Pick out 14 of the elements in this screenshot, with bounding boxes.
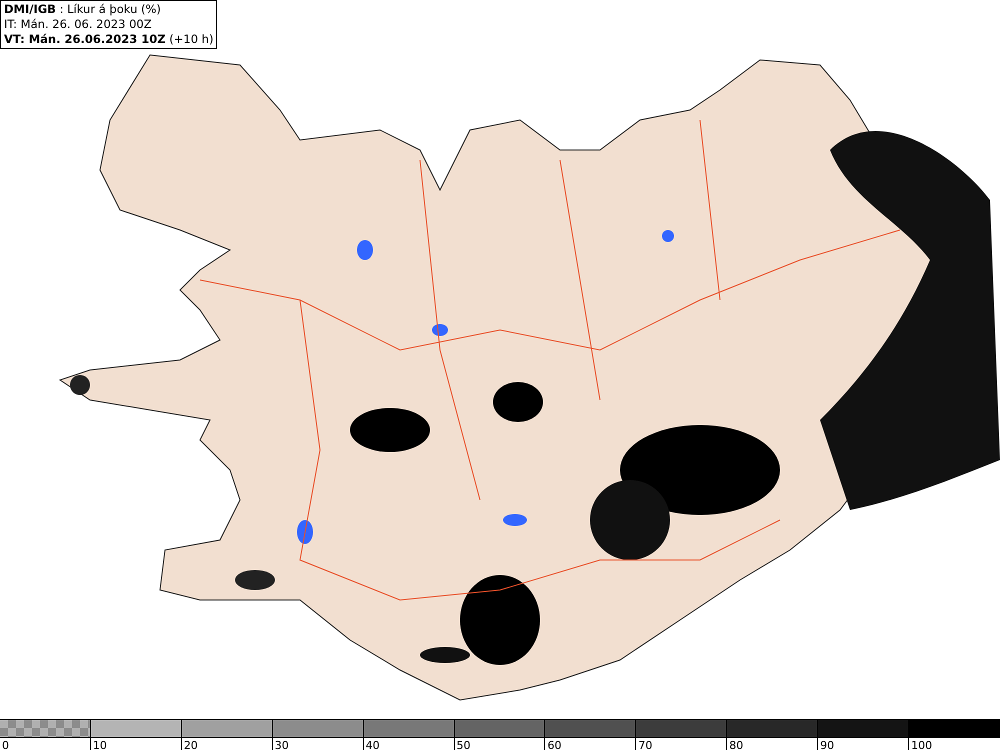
- legend-label: 100: [910, 738, 932, 750]
- map-info-text: DMI/IGB : Líkur á þoku (%): [4, 2, 162, 17]
- legend-label: 70: [637, 738, 652, 750]
- legend-label: 90: [819, 738, 834, 750]
- legend-label: 10: [92, 738, 107, 750]
- map-info-text: IT: Mán. 26. 06. 2023 00Z: [4, 17, 153, 32]
- legend-label: 0: [1, 738, 9, 750]
- legend-label: 60: [546, 738, 562, 750]
- legend-label: 30: [274, 738, 289, 750]
- legend-label: 50: [456, 738, 471, 750]
- legend-label: 80: [728, 738, 744, 750]
- map-info-text: VT: Mán. 26.06.2023 10Z (+10 h): [4, 32, 214, 47]
- legend-label: 40: [364, 738, 380, 750]
- legend-label: 20: [182, 738, 198, 750]
